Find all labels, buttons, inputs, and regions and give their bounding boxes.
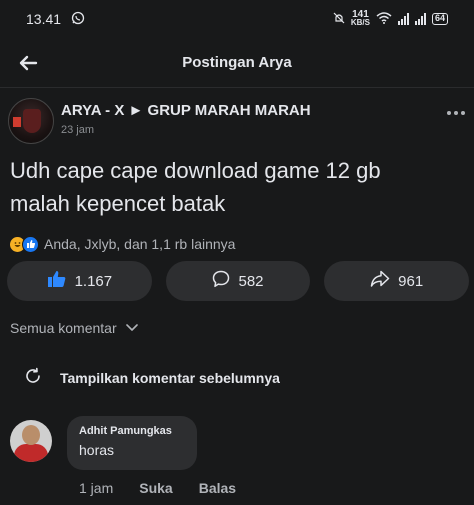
whatsapp-icon [71, 11, 85, 28]
signal-icon [414, 13, 426, 25]
share-count: 961 [398, 272, 424, 290]
battery-icon: 64 [431, 13, 448, 25]
comment-count: 582 [238, 272, 264, 290]
status-bar: 13.41 141 KB/S 64 [0, 0, 474, 38]
post-header: ARYA - X ► GRUP MARAH MARAH 23 jam [8, 98, 468, 146]
comment-button[interactable]: 582 [165, 261, 311, 301]
chevron-down-icon [125, 320, 139, 336]
reaction-icons [9, 235, 39, 253]
comment-meta: 1 jam Suka Balas [79, 480, 236, 496]
status-left: 13.41 [26, 11, 85, 28]
like-reaction-icon [22, 235, 39, 253]
like-button[interactable]: 1.167 [7, 261, 152, 301]
post-time: 23 jam [61, 124, 95, 136]
comment-reply-button[interactable]: Balas [199, 480, 236, 496]
page-title: Postingan Arya [182, 54, 292, 71]
show-previous-comments-label: Tampilkan komentar sebelumnya [60, 369, 280, 386]
post-text-line-2: malah kepencet batak [10, 191, 226, 216]
like-count: 1.167 [74, 272, 113, 290]
post-author[interactable]: ARYA - X ► GRUP MARAH MARAH [61, 102, 311, 119]
net-speed: 141 KB/S [350, 10, 370, 27]
author-avatar[interactable] [8, 98, 54, 144]
reactions-text: Anda, Jxlyb, dan 1,1 rb lainnya [44, 236, 236, 252]
share-button[interactable]: 961 [324, 261, 470, 301]
like-icon [47, 270, 67, 292]
post-text: Udh cape cape download game 12 gb malah … [10, 154, 460, 220]
comment-like-button[interactable]: Suka [139, 480, 172, 496]
commenter-avatar[interactable] [10, 420, 52, 462]
share-icon [370, 270, 390, 292]
comment-icon [212, 270, 230, 292]
commenter-name[interactable]: Adhit Pamungkas [79, 425, 185, 437]
more-options-icon[interactable] [446, 106, 466, 120]
comment-item: Adhit Pamungkas horas [8, 416, 468, 476]
header: Postingan Arya [0, 38, 474, 88]
post-text-line-1: Udh cape cape download game 12 gb [10, 158, 381, 183]
reactions-summary[interactable]: Anda, Jxlyb, dan 1,1 rb lainnya [9, 234, 235, 254]
back-arrow-icon[interactable] [14, 50, 42, 76]
comment-time: 1 jam [79, 480, 114, 496]
post-actions: 1.167 582 961 [7, 261, 470, 303]
comment-sort-dropdown[interactable]: Semua komentar [10, 320, 139, 336]
refresh-icon [24, 367, 42, 388]
comment-text: horas [79, 442, 115, 458]
comment-bubble: Adhit Pamungkas horas [67, 416, 197, 470]
net-speed-unit: KB/S [350, 18, 370, 27]
wifi-icon [376, 11, 392, 27]
alarm-off-icon [333, 12, 345, 27]
status-right: 141 KB/S 64 [333, 10, 448, 27]
show-previous-comments[interactable]: Tampilkan komentar sebelumnya [24, 367, 280, 388]
status-time: 13.41 [26, 11, 62, 27]
signal-icon [397, 13, 409, 25]
comment-sort-label: Semua komentar [10, 320, 117, 336]
